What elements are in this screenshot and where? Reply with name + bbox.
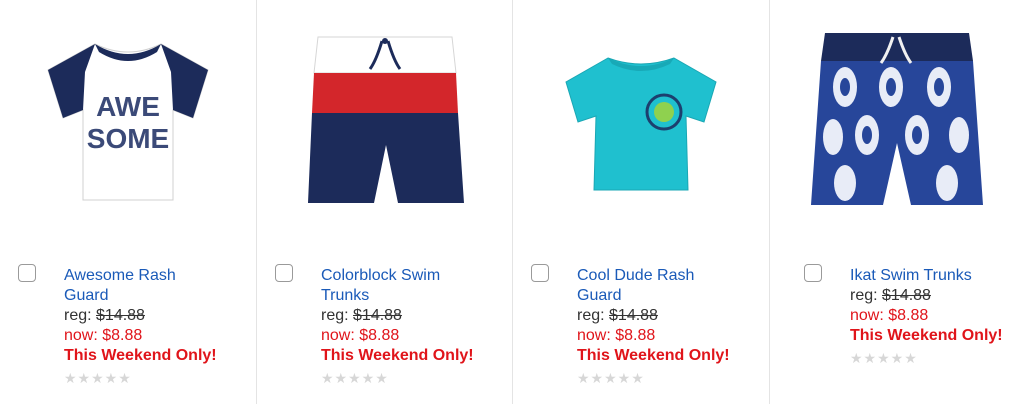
product-image[interactable]: AWE SOME bbox=[0, 0, 256, 240]
product-info: Awesome Rash Guard reg: $14.88 now: $8.8… bbox=[64, 266, 224, 386]
product-card: Cool Dude Rash Guard reg: $14.88 now: $8… bbox=[513, 0, 770, 404]
rash-guard-awesome-icon: AWE SOME bbox=[47, 43, 209, 201]
promo-text: This Weekend Only! bbox=[577, 347, 730, 364]
product-name-link[interactable]: Awesome Rash Guard bbox=[64, 266, 224, 306]
product-name-link[interactable]: Ikat Swim Trunks bbox=[850, 266, 1010, 286]
swim-trunks-colorblock-icon bbox=[307, 36, 464, 203]
product-card: AWE SOME Awesome Rash Guard reg: $14.88 … bbox=[0, 0, 257, 404]
product-info: Cool Dude Rash Guard reg: $14.88 now: $8… bbox=[577, 266, 737, 386]
product-card: Ikat Swim Trunks reg: $14.88 now: $8.88 … bbox=[770, 0, 1024, 404]
sale-price-value: $8.88 bbox=[102, 327, 143, 344]
regular-price-label: reg: bbox=[64, 307, 97, 324]
star-rating[interactable]: ★★★★★ bbox=[850, 350, 1010, 366]
product-image[interactable] bbox=[513, 0, 769, 240]
regular-price-value: $14.88 bbox=[96, 307, 145, 324]
regular-price-label: reg: bbox=[321, 307, 354, 324]
svg-text:SOME: SOME bbox=[87, 123, 169, 154]
swim-trunks-ikat-icon bbox=[811, 33, 983, 205]
sale-price-label: now: bbox=[577, 327, 616, 344]
star-rating[interactable]: ★★★★★ bbox=[577, 370, 737, 386]
sale-price: now: $8.88 bbox=[850, 306, 1010, 326]
compare-checkbox[interactable] bbox=[531, 264, 549, 282]
sale-price-label: now: bbox=[321, 327, 360, 344]
compare-checkbox[interactable] bbox=[18, 264, 36, 282]
product-card: Colorblock Swim Trunks reg: $14.88 now: … bbox=[257, 0, 513, 404]
regular-price: reg: $14.88 bbox=[321, 306, 481, 326]
sale-price-value: $8.88 bbox=[359, 327, 400, 344]
regular-price: reg: $14.88 bbox=[64, 306, 224, 326]
product-info: Colorblock Swim Trunks reg: $14.88 now: … bbox=[321, 266, 481, 386]
sale-price-label: now: bbox=[850, 307, 889, 324]
regular-price-label: reg: bbox=[577, 307, 610, 324]
promo-text: This Weekend Only! bbox=[64, 347, 217, 364]
sale-price: now: $8.88 bbox=[321, 326, 481, 346]
compare-checkbox[interactable] bbox=[275, 264, 293, 282]
rash-guard-cool-dude-icon bbox=[565, 57, 717, 191]
regular-price-value: $14.88 bbox=[609, 307, 658, 324]
sale-price-value: $8.88 bbox=[888, 307, 929, 324]
svg-text:AWE: AWE bbox=[96, 91, 160, 122]
regular-price: reg: $14.88 bbox=[577, 306, 737, 326]
product-grid: AWE SOME Awesome Rash Guard reg: $14.88 … bbox=[0, 0, 1024, 404]
promo-text: This Weekend Only! bbox=[850, 327, 1003, 344]
regular-price-value: $14.88 bbox=[353, 307, 402, 324]
product-name-link[interactable]: Colorblock Swim Trunks bbox=[321, 266, 481, 306]
sale-price-label: now: bbox=[64, 327, 103, 344]
sale-price: now: $8.88 bbox=[577, 326, 737, 346]
regular-price-label: reg: bbox=[850, 287, 883, 304]
product-info: Ikat Swim Trunks reg: $14.88 now: $8.88 … bbox=[850, 266, 1010, 366]
star-rating[interactable]: ★★★★★ bbox=[321, 370, 481, 386]
star-rating[interactable]: ★★★★★ bbox=[64, 370, 224, 386]
sale-price: now: $8.88 bbox=[64, 326, 224, 346]
product-name-link[interactable]: Cool Dude Rash Guard bbox=[577, 266, 737, 306]
regular-price-value: $14.88 bbox=[882, 287, 931, 304]
compare-checkbox[interactable] bbox=[804, 264, 822, 282]
sale-price-value: $8.88 bbox=[615, 327, 656, 344]
promo-text: This Weekend Only! bbox=[321, 347, 474, 364]
product-image[interactable] bbox=[770, 0, 1024, 240]
product-image[interactable] bbox=[257, 0, 512, 240]
regular-price: reg: $14.88 bbox=[850, 286, 1010, 306]
